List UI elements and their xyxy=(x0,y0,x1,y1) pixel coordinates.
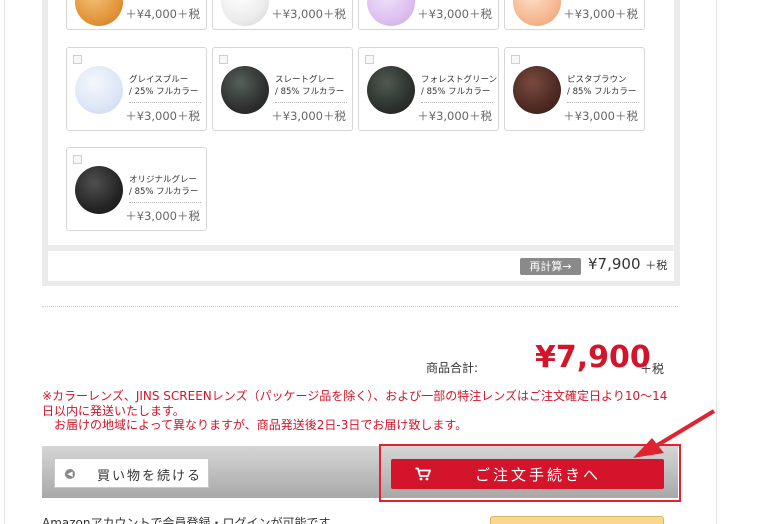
subtotal-tax: ＋税 xyxy=(640,362,665,376)
lens-swatch xyxy=(221,66,269,114)
lens-swatch xyxy=(75,166,123,214)
lens-card-grace-blue[interactable]: グレイスブルー / 25% フルカラー ＋¥3,000＋税 xyxy=(66,47,207,131)
recalc-total: ¥7,900 ＋税 xyxy=(588,255,667,273)
lens-checkbox[interactable] xyxy=(511,55,520,64)
lens-card-forest-green[interactable]: フォレストグリーン / 85% フルカラー ＋¥3,000＋税 xyxy=(358,47,499,131)
right-frame-line xyxy=(716,0,717,524)
lens-name: ピスタブラウン / 85% フルカラー xyxy=(567,74,643,98)
lens-price: ＋¥3,000＋税 xyxy=(125,209,200,223)
shipping-notice: ※カラーレンズ、JINS SCREENレンズ（パッケージ品を除く）、および一部の… xyxy=(42,389,682,433)
recalc-tax: ＋税 xyxy=(645,259,668,272)
lens-card-top-1[interactable]: ＋¥4,000＋税 xyxy=(66,0,207,30)
divider xyxy=(129,202,201,203)
lens-price: ＋¥3,000＋税 xyxy=(417,7,492,21)
section-divider xyxy=(42,306,678,307)
lens-price: ＋¥4,000＋税 xyxy=(125,7,200,21)
lens-name: フォレストグリーン / 85% フルカラー xyxy=(421,74,497,98)
lens-checkbox[interactable] xyxy=(365,55,374,64)
lens-price: ＋¥3,000＋税 xyxy=(125,109,200,123)
annotation-highlight-box xyxy=(379,444,681,502)
lens-options-panel: ＋¥4,000＋税 ＋¥3,000＋税 ＋¥3,000＋税 ＋¥3,000＋税 … xyxy=(42,0,680,286)
lens-name-line2: / 85% フルカラー xyxy=(275,87,345,97)
lens-name-line2: / 85% フルカラー xyxy=(567,87,637,97)
notice-line-3: お届けの地域によって異なりますが、商品発送後2日-3日でお届け致します。 xyxy=(42,418,468,432)
lens-checkbox[interactable] xyxy=(73,55,82,64)
amazon-login-button[interactable] xyxy=(490,516,664,524)
lens-swatch xyxy=(367,66,415,114)
lens-name-line2: / 85% フルカラー xyxy=(421,87,491,97)
lens-swatch xyxy=(513,0,561,26)
lens-checkbox[interactable] xyxy=(73,155,82,164)
continue-shopping-label: 買い物を続ける xyxy=(97,469,203,484)
divider xyxy=(567,102,639,103)
lens-swatch xyxy=(75,66,123,114)
lens-swatch xyxy=(75,0,123,26)
lens-checkbox[interactable] xyxy=(219,55,228,64)
lens-name-line1: グレイスブルー xyxy=(129,75,189,85)
lens-swatch xyxy=(513,66,561,114)
left-frame-line xyxy=(4,0,5,524)
lens-price: ＋¥3,000＋税 xyxy=(417,109,492,123)
amazon-login-text: Amazonアカウントで会員登録・ログインが可能です。 xyxy=(42,516,342,524)
notice-line-1: ※カラーレンズ、JINS SCREENレンズ（パッケージ品を除く）、および一部の… xyxy=(42,389,668,403)
lens-name: オリジナルグレー / 85% フルカラー xyxy=(129,174,205,198)
lens-card-top-2[interactable]: ＋¥3,000＋税 xyxy=(212,0,353,30)
lens-name: グレイスブルー / 25% フルカラー xyxy=(129,74,205,98)
lens-price: ＋¥3,000＋税 xyxy=(563,7,638,21)
lens-name-line1: スレートグレー xyxy=(275,75,335,85)
recalc-bar: 再計算→ ¥7,900 ＋税 xyxy=(48,251,674,281)
divider xyxy=(275,102,347,103)
lens-price: ＋¥3,000＋税 xyxy=(563,109,638,123)
subtotal-label: 商品合計: xyxy=(426,361,479,375)
divider xyxy=(129,102,201,103)
lens-price: ＋¥3,000＋税 xyxy=(271,109,346,123)
lens-swatch xyxy=(221,0,269,26)
lens-name-line1: ピスタブラウン xyxy=(567,75,627,85)
lens-name: スレートグレー / 85% フルカラー xyxy=(275,74,351,98)
recalc-amount: ¥7,900 xyxy=(588,255,641,273)
lens-swatch xyxy=(367,0,415,26)
lens-card-slate-gray[interactable]: スレートグレー / 85% フルカラー ＋¥3,000＋税 xyxy=(212,47,353,131)
lens-card-top-3[interactable]: ＋¥3,000＋税 xyxy=(358,0,499,30)
notice-line-2: 日以内に発送いたします。 xyxy=(42,403,185,418)
lens-name-line2: / 85% フルカラー xyxy=(129,187,199,197)
divider xyxy=(421,102,493,103)
lens-name-line1: フォレストグリーン xyxy=(421,75,498,85)
lens-name-line1: オリジナルグレー xyxy=(129,175,198,185)
lens-card-original-gray[interactable]: オリジナルグレー / 85% フルカラー ＋¥3,000＋税 xyxy=(66,147,207,231)
lens-price: ＋¥3,000＋税 xyxy=(271,7,346,21)
lens-card-pista-brown[interactable]: ピスタブラウン / 85% フルカラー ＋¥3,000＋税 xyxy=(504,47,645,131)
cart-page: ＋¥4,000＋税 ＋¥3,000＋税 ＋¥3,000＋税 ＋¥3,000＋税 … xyxy=(0,0,759,524)
continue-shopping-button[interactable]: ◀ 買い物を続ける xyxy=(54,458,209,488)
lens-grid: ＋¥4,000＋税 ＋¥3,000＋税 ＋¥3,000＋税 ＋¥3,000＋税 … xyxy=(48,0,674,245)
chevron-left-icon: ◀ xyxy=(65,469,75,479)
lens-card-top-4[interactable]: ＋¥3,000＋税 xyxy=(504,0,645,30)
lens-name-line2: / 25% フルカラー xyxy=(129,87,199,97)
recalculate-button[interactable]: 再計算→ xyxy=(520,258,581,275)
subtotal-amount: ¥7,900 xyxy=(535,340,651,375)
